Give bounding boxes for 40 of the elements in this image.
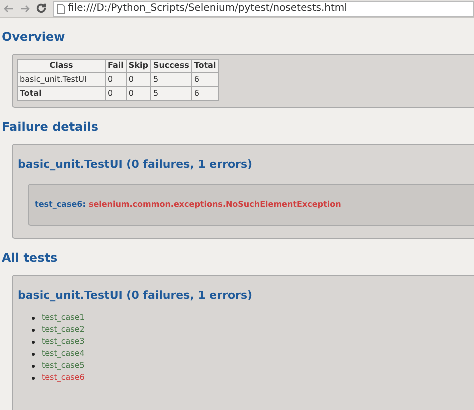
table-cell: 0: [126, 72, 151, 86]
table-cell: 6: [192, 86, 219, 100]
forward-arrow-icon[interactable]: [20, 4, 30, 12]
bullet-icon: [32, 340, 35, 344]
url-text: file:///D:/Python_Scripts/Selenium/pytest/nosetests.html: [68, 2, 348, 16]
column-header: Skip: [126, 60, 151, 72]
reload-icon[interactable]: [36, 3, 47, 14]
test-name: test_case6:: [35, 198, 86, 210]
test-name: test_case4: [42, 348, 85, 360]
column-header: Class: [18, 60, 106, 72]
class-title: basic_unit.TestUI (0 failures, 1 errors): [18, 157, 254, 173]
address-bar[interactable]: file:///D:/Python_Scripts/Selenium/pytest/nosetests.html: [53, 0, 474, 16]
column-header: Success: [150, 60, 192, 72]
bullet-icon: [32, 376, 35, 380]
bullet-icon: [32, 364, 35, 368]
column-header: Fail: [106, 60, 126, 72]
test-name: test_case5: [42, 360, 85, 372]
test-name: test_case6: [42, 372, 85, 384]
table-cell: Total: [18, 86, 106, 100]
table-cell: 6: [192, 72, 219, 86]
bullet-icon: [32, 352, 35, 356]
bullet-icon: [32, 316, 35, 320]
page-icon: [57, 4, 65, 14]
section-heading: All tests: [2, 250, 59, 266]
column-header: Total: [192, 60, 219, 72]
table-cell: 0: [106, 72, 126, 86]
table-cell: 5: [150, 72, 192, 86]
class-title: basic_unit.TestUI (0 failures, 1 errors): [18, 288, 254, 304]
table-cell: 0: [106, 86, 126, 100]
section-heading: Failure details: [2, 119, 100, 136]
back-arrow-icon[interactable]: [4, 4, 14, 12]
table-cell: basic_unit.TestUI: [18, 72, 106, 86]
test-name: test_case1: [42, 312, 85, 324]
error-message: selenium.common.exceptions.NoSuchElementException: [88, 198, 342, 210]
test-name: test_case2: [42, 324, 85, 336]
table-cell: 0: [126, 86, 151, 100]
table-cell: 5: [150, 86, 192, 100]
test-name: test_case3: [42, 336, 85, 348]
section-heading: Overview: [2, 29, 66, 46]
bullet-icon: [32, 328, 35, 332]
